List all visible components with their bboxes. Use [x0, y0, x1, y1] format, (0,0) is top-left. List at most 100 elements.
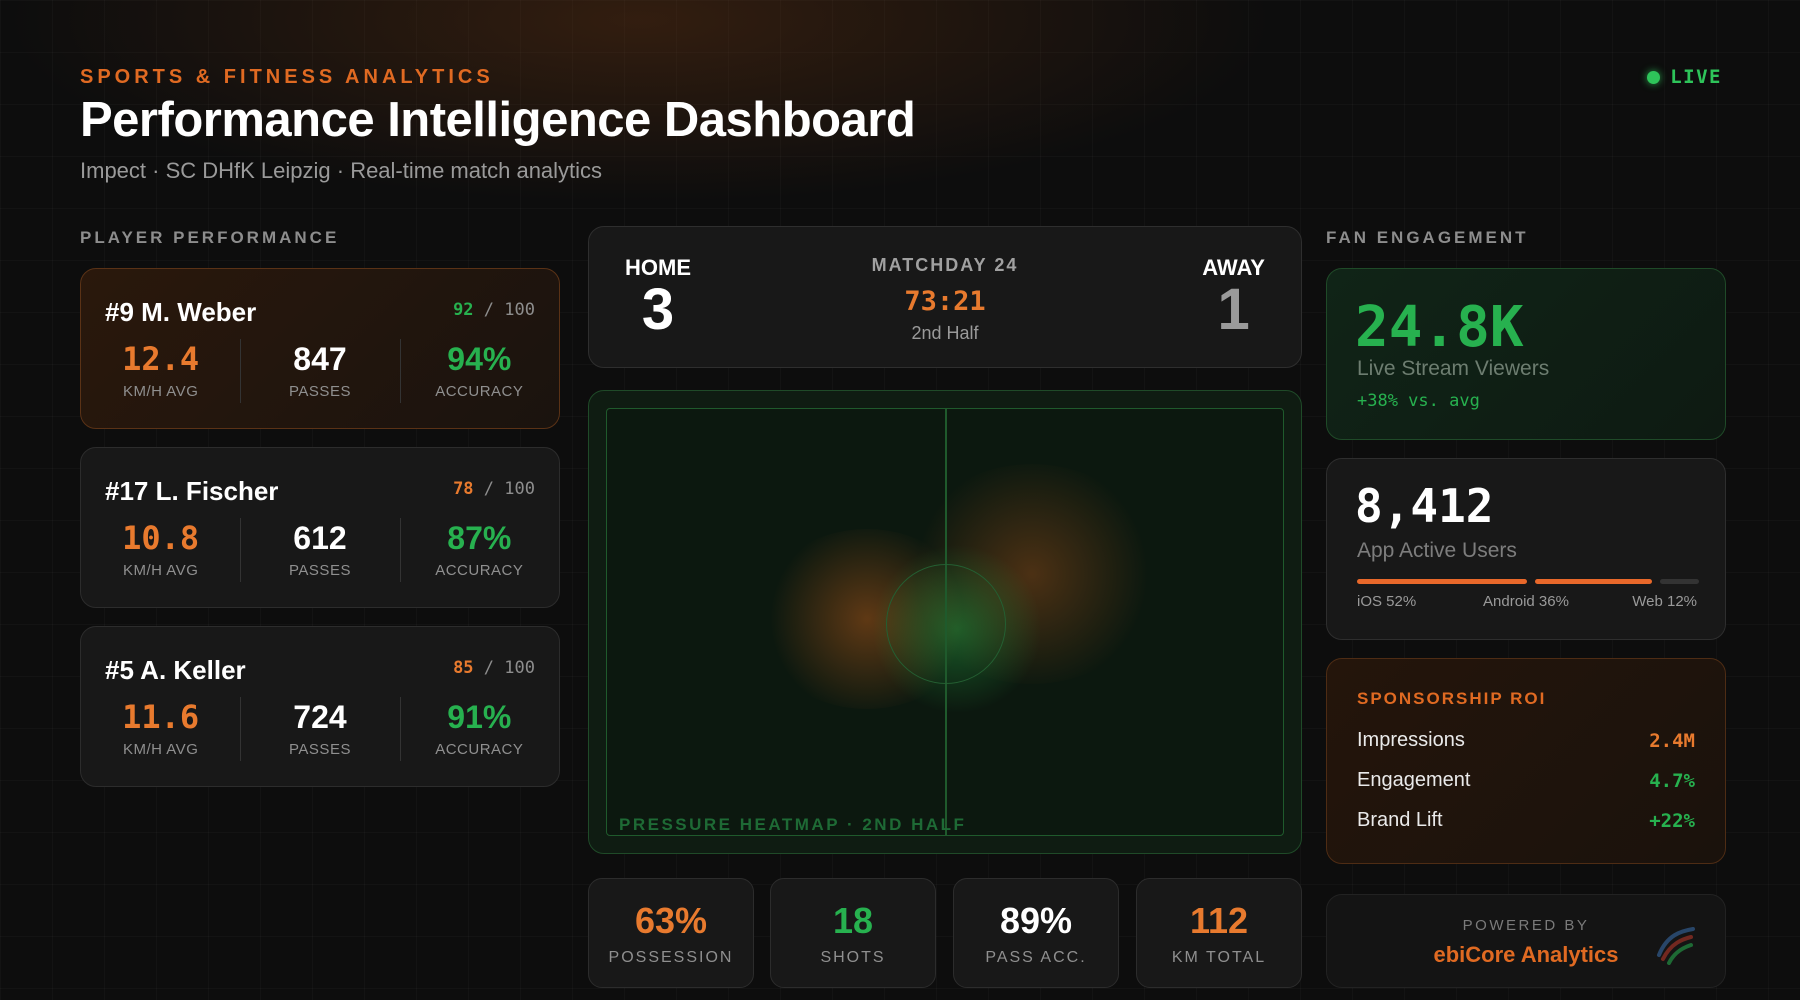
player-accuracy-label: ACCURACY — [435, 562, 524, 579]
sponsorship-heading: SPONSORSHIP ROI — [1357, 689, 1547, 708]
possession-value: 63% — [634, 900, 708, 941]
app-users-value: 8,412 — [1355, 479, 1494, 533]
player-accuracy-stat: 91% ACCURACY — [399, 697, 559, 761]
away-score: 1 — [1217, 277, 1250, 342]
player-name: #17 L. Fischer — [105, 476, 279, 506]
page-subtitle: Impect · SC DHfK Leipzig · Real-time mat… — [80, 158, 603, 183]
player-passes-value: 847 — [293, 341, 347, 377]
player-accuracy-label: ACCURACY — [435, 383, 524, 400]
shots-label: SHOTS — [820, 949, 886, 966]
km-total-value: 112 — [1189, 900, 1249, 941]
roi-value: +22% — [1649, 809, 1695, 832]
web-share-label: Web 12% — [1632, 593, 1697, 610]
match-scoreboard: HOME 3 MATCHDAY 24 73:21 2nd Half AWAY 1 — [588, 226, 1302, 368]
live-viewers-card: 24.8K Live Stream Viewers +38% vs. avg — [1326, 268, 1726, 440]
player-passes-stat: 612 PASSES — [240, 518, 399, 582]
match-clock: 73:21 — [904, 286, 986, 317]
player-card[interactable]: #9 M. Weber 92 / 100 12.4 KM/H AVG 847 P… — [80, 268, 560, 429]
roi-row: Engagement 4.7% — [1357, 769, 1695, 792]
player-rating: 85 / 100 — [453, 658, 535, 678]
pass-accuracy-stat: 89% PASS ACC. — [953, 878, 1119, 988]
player-passes-label: PASSES — [289, 741, 351, 758]
player-rating-value: 78 — [453, 479, 474, 499]
player-rating-max: 100 — [504, 658, 535, 678]
live-dot-icon — [1647, 70, 1661, 84]
player-performance-heading: PLAYER PERFORMANCE — [80, 228, 340, 247]
player-rating-max: 100 — [504, 300, 535, 320]
player-speed-value: 11.6 — [122, 698, 200, 736]
player-rating-max: 100 — [504, 479, 535, 499]
possession-stat: 63% POSSESSION — [588, 878, 754, 988]
fan-engagement-heading: FAN ENGAGEMENT — [1326, 228, 1529, 247]
player-name: #9 M. Weber — [105, 297, 257, 327]
player-accuracy-stat: 87% ACCURACY — [399, 518, 559, 582]
roi-value: 4.7% — [1649, 769, 1695, 792]
player-speed-value: 10.8 — [122, 519, 200, 557]
player-speed-label: KM/H AVG — [122, 383, 199, 400]
roi-key: Engagement — [1357, 769, 1471, 791]
player-rating: 78 / 100 — [453, 479, 535, 499]
ios-share-bar — [1357, 579, 1527, 584]
brand-logo-icon — [1657, 927, 1695, 965]
player-speed-stat: 11.6 KM/H AVG — [81, 697, 240, 758]
app-users-card: 8,412 App Active Users iOS 52% Android 3… — [1326, 458, 1726, 640]
live-label: LIVE — [1670, 66, 1722, 88]
player-passes-stat: 847 PASSES — [240, 339, 399, 403]
android-share-bar — [1535, 579, 1652, 584]
player-accuracy-value: 87% — [447, 520, 512, 556]
page-title: Performance Intelligence Dashboard — [80, 93, 916, 147]
viewers-delta: +38% vs. avg — [1357, 391, 1480, 411]
shots-value: 18 — [832, 900, 874, 941]
player-rating-separator: / — [483, 300, 505, 320]
player-name: #5 A. Keller — [105, 655, 246, 685]
player-speed-label: KM/H AVG — [122, 562, 199, 579]
roi-row: Brand Lift +22% — [1357, 809, 1695, 832]
player-speed-stat: 12.4 KM/H AVG — [81, 339, 240, 400]
center-circle — [886, 564, 1006, 684]
player-rating-separator: / — [483, 658, 505, 678]
powered-by-footer: POWERED BY ebiCore Analytics — [1326, 894, 1726, 988]
km-total-label: KM TOTAL — [1171, 949, 1267, 966]
away-team: AWAY 1 — [1202, 255, 1265, 339]
player-rating-separator: / — [483, 479, 505, 499]
player-rating-value: 92 — [453, 300, 474, 320]
player-rating-value: 85 — [453, 658, 474, 678]
pitch — [606, 408, 1284, 836]
km-total-stat: 112 KM TOTAL — [1136, 878, 1302, 988]
roi-key: Impressions — [1357, 729, 1465, 751]
player-rating: 92 / 100 — [453, 300, 535, 320]
player-passes-value: 612 — [293, 520, 347, 556]
heatmap-label: PRESSURE HEATMAP · 2ND HALF — [619, 815, 967, 834]
player-speed-label: KM/H AVG — [122, 741, 199, 758]
player-accuracy-stat: 94% ACCURACY — [399, 339, 559, 403]
web-share-bar — [1660, 579, 1699, 584]
player-speed-value: 12.4 — [122, 340, 200, 378]
viewers-label: Live Stream Viewers — [1357, 357, 1550, 380]
player-passes-label: PASSES — [289, 383, 351, 400]
dashboard-eyebrow: SPORTS & FITNESS ANALYTICS — [80, 66, 494, 88]
roi-row: Impressions 2.4M — [1357, 729, 1695, 752]
possession-label: POSSESSION — [608, 949, 734, 966]
viewers-value: 24.8K — [1355, 295, 1524, 360]
shots-stat: 18 SHOTS — [770, 878, 936, 988]
pass-accuracy-value: 89% — [999, 900, 1073, 941]
match-clock-area: MATCHDAY 24 73:21 2nd Half — [589, 255, 1301, 344]
player-card[interactable]: #5 A. Keller 85 / 100 11.6 KM/H AVG 724 … — [80, 626, 560, 787]
player-speed-stat: 10.8 KM/H AVG — [81, 518, 240, 579]
roi-key: Brand Lift — [1357, 809, 1443, 831]
player-accuracy-value: 94% — [447, 341, 512, 377]
player-passes-value: 724 — [293, 699, 347, 735]
matchday-label: MATCHDAY 24 — [871, 255, 1019, 275]
player-card[interactable]: #17 L. Fischer 78 / 100 10.8 KM/H AVG 61… — [80, 447, 560, 608]
match-half: 2nd Half — [911, 323, 979, 343]
pass-accuracy-label: PASS ACC. — [985, 949, 1087, 966]
player-passes-label: PASSES — [289, 562, 351, 579]
pressure-heatmap[interactable]: PRESSURE HEATMAP · 2ND HALF — [588, 390, 1302, 854]
live-indicator: LIVE — [1647, 66, 1722, 88]
roi-value: 2.4M — [1649, 729, 1695, 752]
player-passes-stat: 724 PASSES — [240, 697, 399, 761]
app-users-label: App Active Users — [1357, 539, 1517, 562]
sponsorship-roi-card: SPONSORSHIP ROI Impressions 2.4M Engagem… — [1326, 658, 1726, 864]
player-accuracy-value: 91% — [447, 699, 512, 735]
player-accuracy-label: ACCURACY — [435, 741, 524, 758]
